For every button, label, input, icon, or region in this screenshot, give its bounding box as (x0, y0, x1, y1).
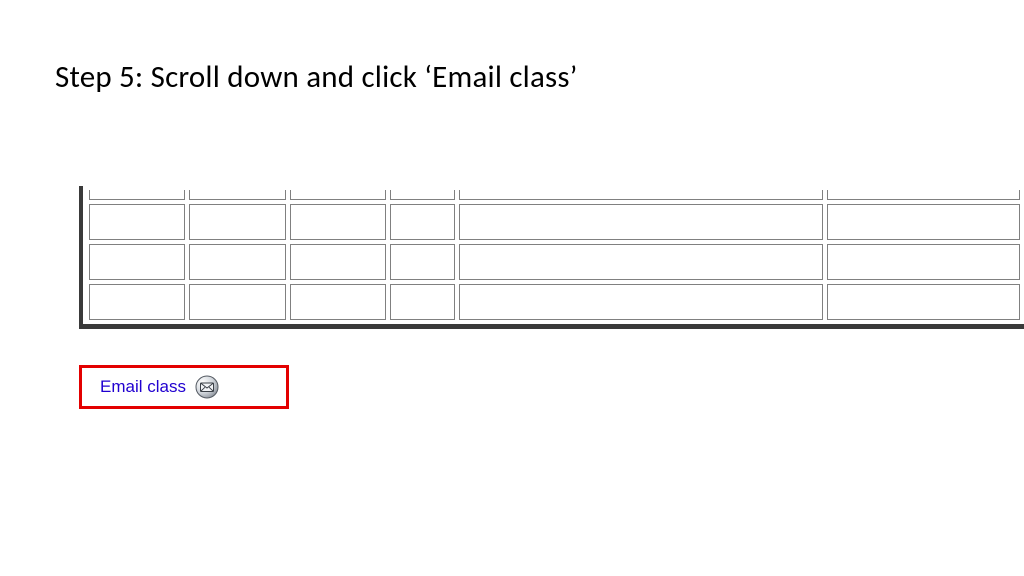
table-cell (290, 190, 386, 200)
step-heading: Step 5: Scroll down and click ‘Email cla… (55, 58, 578, 96)
table-cell (459, 204, 823, 240)
table-cell (827, 284, 1020, 320)
table-row (89, 284, 1020, 320)
table-border (79, 186, 1024, 329)
table-cell (390, 190, 454, 200)
table-cell (390, 284, 454, 320)
table-cell (89, 244, 185, 280)
table-cell (459, 244, 823, 280)
table-cell (189, 244, 285, 280)
table-cell (827, 204, 1020, 240)
table-row (89, 244, 1020, 280)
table-cell (459, 190, 823, 200)
table-row (89, 204, 1020, 240)
table-cell (290, 284, 386, 320)
table-cell (189, 204, 285, 240)
slide: Step 5: Scroll down and click ‘Email cla… (0, 0, 1024, 576)
mail-icon[interactable] (194, 374, 220, 400)
table-cell (89, 204, 185, 240)
table-cell (390, 204, 454, 240)
table-cell (290, 244, 386, 280)
table-cell (459, 284, 823, 320)
table-cell (189, 190, 285, 200)
email-class-link[interactable]: Email class (100, 377, 186, 397)
table-cell (89, 284, 185, 320)
table-cell (827, 190, 1020, 200)
roster-table (85, 186, 1024, 324)
table-cell (390, 244, 454, 280)
table-row (89, 190, 1020, 200)
email-class-highlight: Email class (79, 365, 289, 409)
table-cell (290, 204, 386, 240)
table-cell (89, 190, 185, 200)
table-cell (189, 284, 285, 320)
class-roster-table-fragment (79, 186, 1024, 329)
table-cell (827, 244, 1020, 280)
